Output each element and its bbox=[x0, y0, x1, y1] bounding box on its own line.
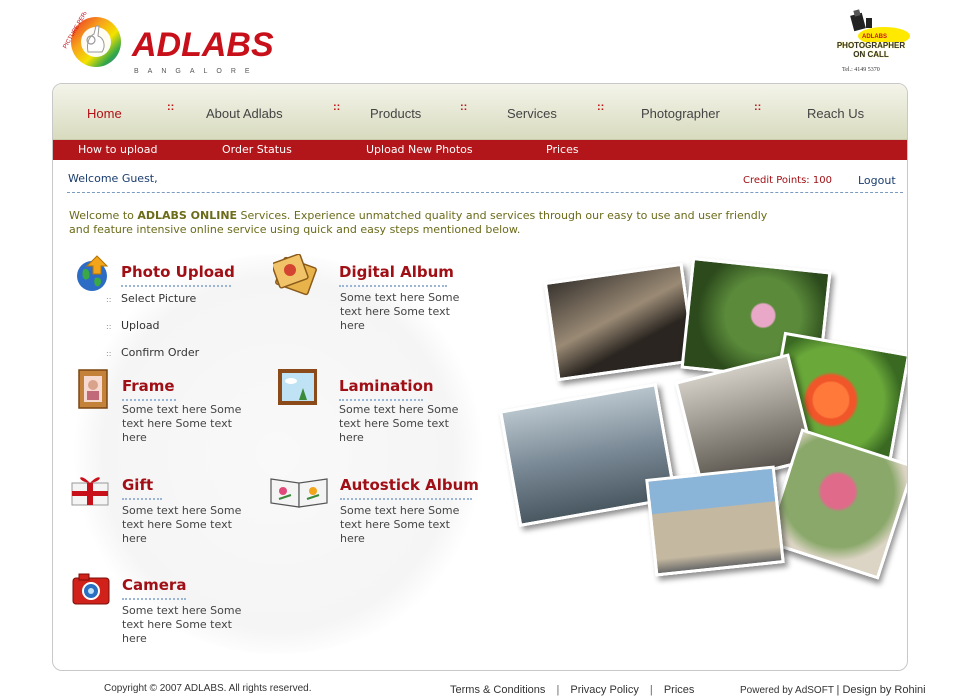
site-header: PICTURE PERFECT! ADLABS BANGALORE ADLABS… bbox=[0, 0, 980, 84]
design-by[interactable]: | Design by Rohini bbox=[837, 684, 926, 696]
user-bar: Welcome Guest, Credit Points: 100 Logout bbox=[67, 171, 903, 193]
service-title[interactable]: Lamination bbox=[339, 377, 434, 395]
step-bullet-icon: :: bbox=[106, 322, 112, 331]
digital-album-icon bbox=[273, 254, 317, 296]
service-title[interactable]: Digital Album bbox=[339, 263, 454, 281]
intro-line2: and feature intensive online service usi… bbox=[69, 223, 521, 236]
poc-title-line2: ON CALL bbox=[853, 50, 889, 59]
service-title[interactable]: Autostick Album bbox=[340, 476, 479, 494]
service-title[interactable]: Camera bbox=[122, 576, 186, 594]
logout-link[interactable]: Logout bbox=[858, 174, 896, 187]
nav-separator: :: bbox=[597, 101, 605, 113]
service-camera[interactable]: Camera Some text here Some text here Som… bbox=[71, 570, 271, 650]
footer-prices-link[interactable]: Prices bbox=[664, 684, 695, 696]
brand-city: BANGALORE bbox=[134, 68, 259, 75]
brand-name: ADLABS bbox=[132, 26, 274, 64]
step-upload[interactable]: Upload bbox=[121, 319, 160, 332]
footer-privacy-link[interactable]: Privacy Policy bbox=[570, 684, 638, 696]
welcome-message: Welcome Guest, bbox=[68, 172, 158, 185]
service-photo-upload[interactable]: Photo Upload :: Select Picture :: Upload… bbox=[73, 252, 273, 372]
footer-credit: Powered by AdSOFT | Design by Rohini bbox=[740, 684, 926, 696]
intro-brand: ADLABS ONLINE bbox=[137, 209, 238, 222]
service-frame[interactable]: Frame Some text here Some text here Some… bbox=[75, 368, 275, 448]
credit-points: Credit Points: 100 bbox=[743, 175, 832, 186]
nav-about-adlabs[interactable]: About Adlabs bbox=[206, 106, 283, 121]
title-underline bbox=[122, 399, 176, 401]
nav-separator: :: bbox=[167, 101, 175, 113]
title-underline bbox=[340, 498, 472, 500]
poc-title: PHOTOGRAPHER ON CALL bbox=[832, 41, 910, 59]
service-description: Some text here Some text here Some text … bbox=[340, 504, 460, 545]
nav-home[interactable]: Home bbox=[87, 106, 122, 121]
poc-brand: ADLABS bbox=[862, 34, 887, 40]
title-underline bbox=[121, 285, 231, 287]
service-title[interactable]: Gift bbox=[122, 476, 153, 494]
service-description: Some text here Some text here Some text … bbox=[122, 504, 242, 545]
nav-separator: :: bbox=[754, 101, 762, 113]
sub-navigation: How to upload Order Status Upload New Ph… bbox=[53, 140, 907, 160]
step-bullet-icon: :: bbox=[106, 295, 112, 304]
camera-icon bbox=[72, 573, 110, 605]
nav-reach-us[interactable]: Reach Us bbox=[807, 106, 864, 121]
lamination-icon bbox=[278, 369, 317, 405]
collage-photo-building bbox=[645, 465, 785, 577]
service-gift[interactable]: Gift Some text here Some text here Some … bbox=[69, 469, 269, 549]
nav-products[interactable]: Products bbox=[370, 106, 421, 121]
step-bullet-icon: :: bbox=[106, 349, 112, 358]
autostick-album-icon bbox=[270, 478, 328, 508]
nav-separator: :: bbox=[460, 101, 468, 113]
intro-prefix: Welcome to bbox=[69, 209, 138, 222]
nav-photographer[interactable]: Photographer bbox=[641, 106, 720, 121]
photographer-on-call-logo[interactable]: ADLABS PHOTOGRAPHER ON CALL Tel.: 4149 5… bbox=[832, 8, 910, 78]
gift-box-icon bbox=[71, 477, 109, 506]
top-navigation: Home :: About Adlabs :: Products :: Serv… bbox=[53, 84, 907, 140]
title-underline bbox=[122, 598, 186, 600]
intro-text: Welcome to ADLABS ONLINE Services. Exper… bbox=[69, 209, 809, 237]
intro-line1: Services. Experience unmatched quality a… bbox=[237, 209, 768, 222]
title-underline bbox=[339, 285, 447, 287]
picture-perfect-badge-icon: PICTURE PERFECT! bbox=[63, 12, 121, 67]
service-lamination[interactable]: Lamination Some text here Some text here… bbox=[275, 368, 475, 448]
title-underline bbox=[339, 399, 423, 401]
collage-photo-grass bbox=[543, 262, 697, 382]
powered-by[interactable]: Powered by AdSOFT bbox=[740, 685, 834, 696]
poc-telephone: Tel.: 4149 5370 bbox=[842, 67, 880, 73]
subnav-how-to-upload[interactable]: How to upload bbox=[78, 143, 158, 156]
footer-separator: | bbox=[556, 684, 560, 696]
poc-title-line1: PHOTOGRAPHER bbox=[836, 41, 906, 50]
copyright: Copyright © 2007 ADLABS. All rights rese… bbox=[104, 683, 312, 694]
service-title[interactable]: Photo Upload bbox=[121, 263, 235, 281]
service-description: Some text here Some text here Some text … bbox=[122, 604, 242, 645]
nav-services[interactable]: Services bbox=[507, 106, 557, 121]
title-underline bbox=[122, 498, 162, 500]
photo-collage bbox=[498, 256, 907, 584]
service-autostick-album[interactable]: Autostick Album Some text here Some text… bbox=[269, 469, 509, 549]
step-confirm-order[interactable]: Confirm Order bbox=[121, 346, 199, 359]
service-description: Some text here Some text here Some text … bbox=[339, 403, 459, 444]
subnav-order-status[interactable]: Order Status bbox=[222, 143, 292, 156]
nav-separator: :: bbox=[333, 101, 341, 113]
subnav-upload-new-photos[interactable]: Upload New Photos bbox=[366, 143, 473, 156]
adlabs-logo[interactable]: PICTURE PERFECT! ADLABS BANGALORE bbox=[60, 12, 300, 75]
service-digital-album[interactable]: Digital Album Some text here Some text h… bbox=[273, 254, 473, 334]
picture-frame-icon bbox=[78, 369, 108, 409]
main-frame: Home :: About Adlabs :: Products :: Serv… bbox=[52, 83, 908, 671]
globe-upload-icon bbox=[77, 255, 109, 291]
service-title[interactable]: Frame bbox=[122, 377, 175, 395]
subnav-prices[interactable]: Prices bbox=[546, 143, 579, 156]
step-select-picture[interactable]: Select Picture bbox=[121, 292, 196, 305]
footer-separator: | bbox=[649, 684, 653, 696]
service-description: Some text here Some text here Some text … bbox=[122, 403, 242, 444]
footer-links: Terms & Conditions | Privacy Policy | Pr… bbox=[450, 684, 694, 696]
footer-terms-link[interactable]: Terms & Conditions bbox=[450, 684, 545, 696]
service-description: Some text here Some text here Some text … bbox=[340, 291, 460, 332]
